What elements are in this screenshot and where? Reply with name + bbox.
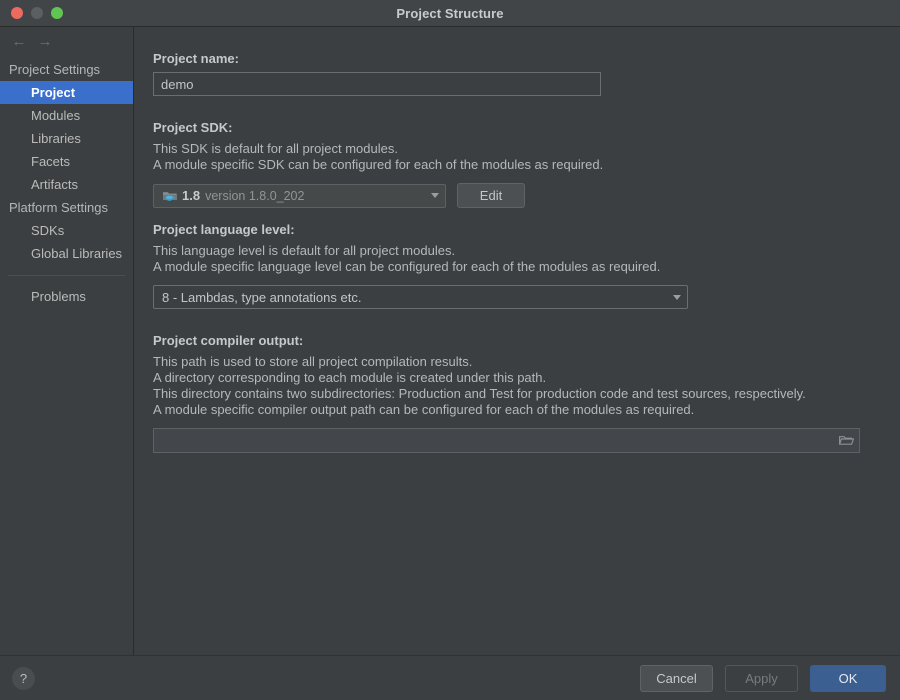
help-button[interactable]: ?	[12, 666, 35, 690]
project-sdk-desc-line-2: A module specific SDK can be configured …	[153, 157, 604, 172]
window-controls	[0, 7, 63, 19]
sidebar-nav-list: Project Settings Project Modules Librari…	[0, 55, 133, 308]
compiler-output-desc-line-2: A directory corresponding to each module…	[153, 370, 547, 385]
sidebar-item-facets[interactable]: Facets	[0, 150, 133, 173]
language-level-desc-line-1: This language level is default for all p…	[153, 243, 456, 258]
project-name-input[interactable]: demo	[153, 72, 601, 96]
arrow-left-icon[interactable]: ←	[8, 31, 30, 51]
cancel-button[interactable]: Cancel	[640, 664, 713, 692]
dialog-footer: ? Cancel Apply OK	[0, 655, 900, 700]
compiler-output-path-input[interactable]	[153, 428, 860, 453]
title-bar: Project Structure	[0, 0, 900, 27]
project-name-value: demo	[161, 76, 194, 92]
sidebar-item-global-libraries[interactable]: Global Libraries	[0, 242, 133, 265]
sidebar-item-project[interactable]: Project	[0, 81, 133, 104]
language-level-desc-line-2: A module specific language level can be …	[153, 259, 661, 274]
footer-buttons: Cancel Apply OK	[640, 664, 886, 692]
sidebar-nav-bar: ← →	[0, 27, 133, 55]
settings-content-panel: Project name: demo Project SDK: This SDK…	[134, 27, 900, 655]
sidebar-group-project-settings: Project Settings	[9, 62, 101, 77]
compiler-output-desc-line-3: This directory contains two subdirectori…	[153, 386, 806, 401]
sidebar-item-modules[interactable]: Modules	[0, 104, 133, 127]
sidebar-group-platform-settings: Platform Settings	[9, 200, 108, 215]
sidebar-item-sdks[interactable]: SDKs	[0, 219, 133, 242]
dialog-body: ← → Project Settings Project Modules Lib…	[0, 27, 900, 655]
language-level-combo[interactable]: 8 - Lambdas, type annotations etc.	[153, 285, 688, 309]
sidebar-item-problems[interactable]: Problems	[0, 285, 133, 308]
project-sdk-version: version 1.8.0_202	[205, 189, 305, 203]
settings-sidebar: ← → Project Settings Project Modules Lib…	[0, 27, 134, 655]
compiler-output-desc-line-1: This path is used to store all project c…	[153, 354, 473, 369]
language-level-label: Project language level:	[153, 222, 295, 237]
sidebar-item-artifacts[interactable]: Artifacts	[0, 173, 133, 196]
apply-button[interactable]: Apply	[725, 664, 798, 692]
sidebar-item-libraries[interactable]: Libraries	[0, 127, 133, 150]
compiler-output-desc-line-4: A module specific compiler output path c…	[153, 402, 695, 417]
zoom-button[interactable]	[51, 7, 63, 19]
project-name-label: Project name:	[153, 51, 239, 66]
chevron-down-icon	[673, 294, 681, 300]
project-sdk-desc-line-1: This SDK is default for all project modu…	[153, 141, 398, 156]
project-sdk-label: Project SDK:	[153, 120, 233, 135]
chevron-down-icon	[431, 193, 439, 198]
language-level-value: 8 - Lambdas, type annotations etc.	[162, 289, 362, 305]
project-structure-dialog: Project Structure ← → Project Settings P…	[0, 0, 900, 700]
sidebar-divider	[8, 275, 125, 276]
close-button[interactable]	[11, 7, 23, 19]
folder-icon[interactable]	[838, 432, 855, 449]
project-sdk-row: 1.8 version 1.8.0_202 Edit	[153, 183, 862, 208]
compiler-output-label: Project compiler output:	[153, 333, 304, 348]
project-sdk-name: 1.8	[182, 188, 201, 203]
minimize-button[interactable]	[31, 7, 43, 19]
java-sdk-icon	[163, 191, 177, 201]
window-title: Project Structure	[396, 5, 504, 21]
project-sdk-combo[interactable]: 1.8 version 1.8.0_202	[153, 183, 446, 208]
edit-sdk-button[interactable]: Edit	[457, 183, 525, 208]
arrow-right-icon[interactable]: →	[34, 31, 56, 51]
ok-button[interactable]: OK	[810, 664, 886, 692]
